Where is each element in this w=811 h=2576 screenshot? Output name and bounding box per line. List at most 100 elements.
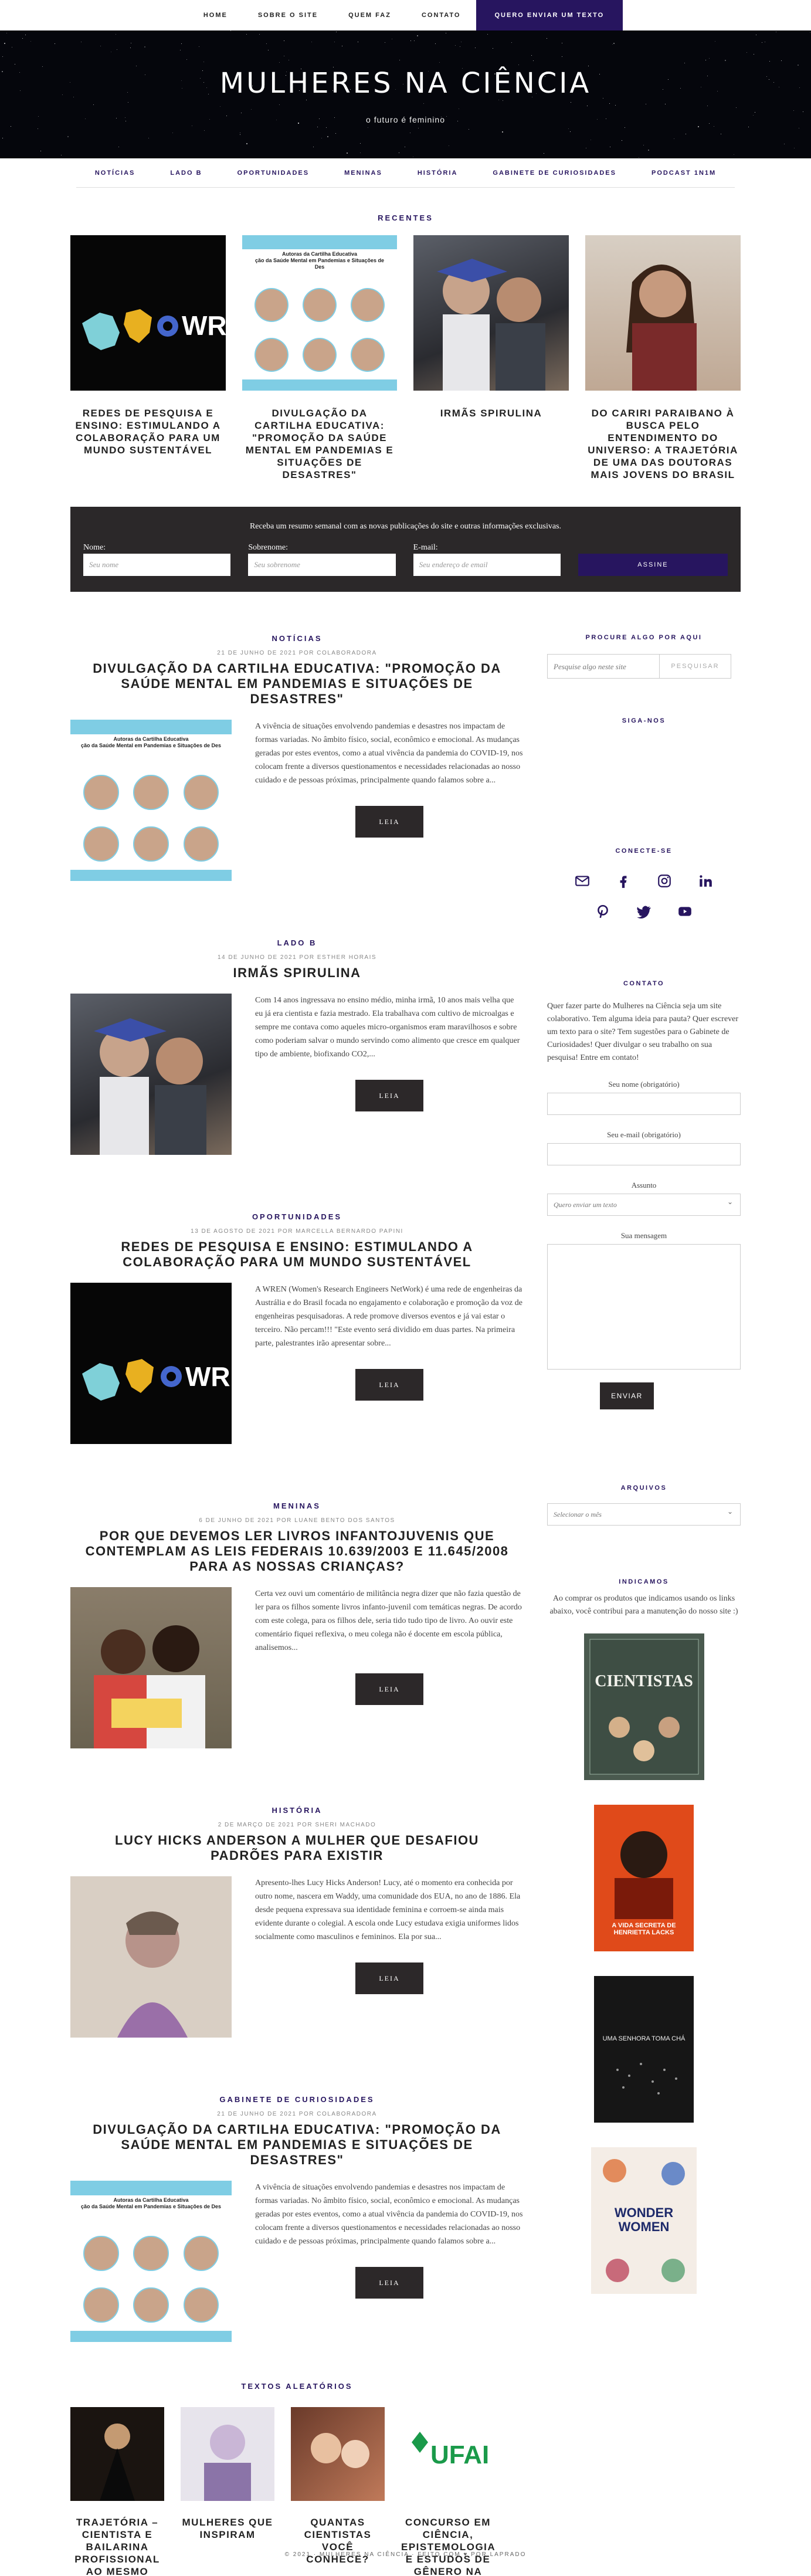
nav-contato[interactable]: CONTATO <box>406 0 476 30</box>
post-thumbnail[interactable] <box>585 235 741 391</box>
post-category[interactable]: LADO B <box>70 938 524 947</box>
post-title[interactable]: DIVULGAÇÃO DA CARTILHA EDUCATIVA: "PROMO… <box>70 2122 524 2168</box>
email-input[interactable]: Seu endereço de email <box>413 554 561 576</box>
leia-button[interactable]: LEIA <box>355 1673 423 1705</box>
subject-select[interactable]: Quero enviar um texto <box>547 1194 741 1216</box>
site-title[interactable]: MULHERES NA CIÊNCIA <box>0 30 811 100</box>
linkedin-icon[interactable] <box>698 873 713 889</box>
contact-name-input[interactable] <box>547 1093 741 1115</box>
pinterest-icon[interactable] <box>595 904 610 919</box>
post-title[interactable]: REDES DE PESQUISA E ENSINO: ESTIMULANDO … <box>70 1239 524 1270</box>
sidebar: PROCURE ALGO POR AQUI Pesquise algo nest… <box>547 634 741 2576</box>
post-thumbnail[interactable]: Autoras da Cartilha Educativa ção da Saúd… <box>242 235 397 391</box>
post-image[interactable] <box>70 1587 232 1748</box>
cat-noticias[interactable]: NOTÍCIAS <box>95 170 135 177</box>
nome-input[interactable]: Seu nome <box>83 554 231 576</box>
nav-home[interactable]: HOME <box>188 0 243 30</box>
post-excerpt: Certa vez ouvi um comentário de militânc… <box>255 1589 522 1652</box>
random-post[interactable]: TRAJETÓRIA – CIENTISTA E BAILARINA PROFI… <box>70 2407 164 2576</box>
twitter-icon[interactable] <box>636 904 651 919</box>
random-post-title[interactable]: CONCURSO EM CIÊNCIA, EPISTEMOLOGIA E EST… <box>401 2516 495 2576</box>
leia-button[interactable]: LEIA <box>355 1369 423 1401</box>
cat-gabinete[interactable]: GABINETE DE CURIOSIDADES <box>493 170 616 177</box>
random-post[interactable]: UFAI CONCURSO EM CIÊNCIA, EPISTEMOLOGIA E… <box>401 2407 495 2576</box>
post-meta: 6 DE JUNHO DE 2021 POR LUANE BENTO DOS S… <box>199 1517 395 1524</box>
leia-button[interactable]: LEIA <box>355 1080 423 1111</box>
cat-podcast[interactable]: PODCAST 1N1M <box>651 170 716 177</box>
post-meta: 2 DE MARÇO DE 2021 POR SHERI MACHADO <box>218 1822 376 1828</box>
youtube-icon[interactable] <box>677 904 693 919</box>
post-category[interactable]: HISTÓRIA <box>70 1806 524 1815</box>
cat-lado-b[interactable]: LADO B <box>170 170 202 177</box>
wren-logo-text: WRE <box>182 310 226 341</box>
post-title[interactable]: POR QUE DEVEMOS LER LIVROS INFANTOJUVENI… <box>70 1528 524 1574</box>
recent-posts: WRE REDES DE PESQUISA E ENSINO: ESTIMULA… <box>70 235 741 481</box>
book-henrietta[interactable]: A VIDA SECRETA DE HENRIETTA LACKS <box>594 1805 694 1951</box>
random-post-title[interactable]: MULHERES QUE INSPIRAM <box>181 2516 274 2541</box>
leia-button[interactable]: LEIA <box>355 2267 423 2299</box>
cat-oportunidades[interactable]: OPORTUNIDADES <box>237 170 310 177</box>
post-title[interactable]: LUCY HICKS ANDERSON A MULHER QUE DESAFIO… <box>70 1833 524 1863</box>
search-input[interactable]: Pesquise algo neste site <box>547 654 660 679</box>
random-post-title[interactable]: TRAJETÓRIA – CIENTISTA E BAILARINA PROFI… <box>70 2516 164 2576</box>
post-image[interactable]: WRE <box>70 1283 232 1444</box>
post-item: LADO B 14 DE JUNHO DE 2021 POR ESTHER HO… <box>70 938 524 1155</box>
random-post-title[interactable]: QUANTAS CIENTISTAS VOCÊ CONHECE? <box>291 2516 385 2565</box>
post-title[interactable]: DIVULGAÇÃO DA CARTILHA EDUCATIVA: "PROMO… <box>70 661 524 707</box>
post-thumbnail[interactable]: WRE <box>70 235 226 391</box>
sobrenome-input[interactable]: Seu sobrenome <box>248 554 396 576</box>
post-category[interactable]: GABINETE DE CURIOSIDADES <box>70 2095 524 2104</box>
post-excerpt: Apresento-lhes Lucy Hicks Anderson! Lucy… <box>255 1879 521 1941</box>
cat-historia[interactable]: HISTÓRIA <box>418 170 458 177</box>
post-item: OPORTUNIDADES 13 DE AGOSTO DE 2021 POR M… <box>70 1212 524 1444</box>
assine-button[interactable]: ASSINE <box>578 554 728 576</box>
recent-post[interactable]: WRE REDES DE PESQUISA E ENSINO: ESTIMULA… <box>70 235 226 481</box>
contact-text: Quer fazer parte do Mulheres na Ciência … <box>547 1002 739 1062</box>
random-post[interactable]: MULHERES QUE INSPIRAM <box>181 2407 274 2576</box>
post-image[interactable]: Autoras da Cartilha Educativa ção da Saúd… <box>70 2181 232 2342</box>
post-title[interactable]: IRMÃS SPIRULINA <box>70 965 524 981</box>
contact-email-input[interactable] <box>547 1143 741 1165</box>
post-excerpt: A vivência de situações envolvendo pande… <box>255 722 523 785</box>
nav-sobre[interactable]: SOBRE O SITE <box>243 0 333 30</box>
instagram-icon[interactable] <box>657 873 672 889</box>
enviar-button[interactable]: ENVIAR <box>600 1382 654 1409</box>
book-senhora-cha[interactable]: UMA SENHORA TOMA CHÁ <box>594 1976 694 2123</box>
recent-post-title[interactable]: IRMÃS SPIRULINA <box>413 407 569 419</box>
recommended-title: INDICAMOS <box>619 1578 669 1585</box>
recent-post[interactable]: Autoras da Cartilha Educativa ção da Saúd… <box>242 235 397 481</box>
recent-post-title[interactable]: DO CARIRI PARAIBANO À BUSCA PELO ENTENDI… <box>585 407 741 481</box>
nome-label: Nome: <box>83 543 106 552</box>
email-label: Seu e-mail (obrigatório) <box>607 1130 681 1139</box>
archives-select[interactable]: Selecionar o mês <box>547 1503 741 1526</box>
leia-button[interactable]: LEIA <box>355 806 423 838</box>
post-image[interactable] <box>70 994 232 1155</box>
post-item: GABINETE DE CURIOSIDADES 21 DE JUNHO DE … <box>70 2095 524 2342</box>
book-wonder-women[interactable]: WONDER WOMEN <box>591 2147 697 2294</box>
subject-label: Assunto <box>631 1181 657 1189</box>
cat-meninas[interactable]: MENINAS <box>344 170 382 177</box>
nav-quem-faz[interactable]: QUEM FAZ <box>333 0 406 30</box>
follow-title: SIGA-NOS <box>622 717 666 724</box>
mail-icon[interactable] <box>575 873 590 889</box>
search-button[interactable]: PESQUISAR <box>660 654 731 679</box>
post-thumbnail[interactable] <box>413 235 569 391</box>
post-image[interactable]: Autoras da Cartilha Educativa ção da Saúd… <box>70 720 232 881</box>
post-category[interactable]: NOTÍCIAS <box>70 634 524 643</box>
facebook-icon[interactable] <box>616 873 631 889</box>
recent-post-title[interactable]: REDES DE PESQUISA E ENSINO: ESTIMULANDO … <box>70 407 226 456</box>
recent-post[interactable]: IRMÃS SPIRULINA <box>413 235 569 481</box>
random-post[interactable]: QUANTAS CIENTISTAS VOCÊ CONHECE? <box>291 2407 385 2576</box>
svg-text:UMA SENHORA TOMA CHÁ: UMA SENHORA TOMA CHÁ <box>603 2035 686 2042</box>
top-nav: HOME SOBRE O SITE QUEM FAZ CONTATO QUERO… <box>0 0 811 30</box>
post-meta: 13 DE AGOSTO DE 2021 POR MARCELLA BERNAR… <box>191 1228 403 1235</box>
post-category[interactable]: OPORTUNIDADES <box>70 1212 524 1221</box>
recent-post[interactable]: DO CARIRI PARAIBANO À BUSCA PELO ENTENDI… <box>585 235 741 481</box>
message-textarea[interactable] <box>547 1244 741 1370</box>
recent-post-title[interactable]: DIVULGAÇÃO DA CARTILHA EDUCATIVA: "PROMO… <box>242 407 397 481</box>
leia-button[interactable]: LEIA <box>355 1962 423 1994</box>
nav-enviar-texto[interactable]: QUERO ENVIAR UM TEXTO <box>476 0 623 30</box>
post-image[interactable] <box>70 1876 232 2038</box>
post-category[interactable]: MENINAS <box>70 1501 524 1510</box>
book-cientistas[interactable]: CIENTISTAS <box>583 1633 704 1780</box>
